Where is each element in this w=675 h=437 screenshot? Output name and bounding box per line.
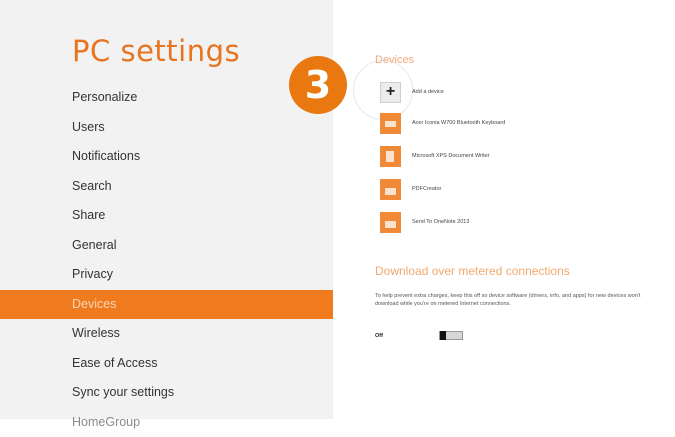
nav-item-search[interactable]: Search: [0, 172, 333, 202]
device-item-keyboard[interactable]: Acer Iconia W700 Bluetooth Keyboard: [380, 112, 505, 134]
printer-icon: [380, 212, 401, 233]
nav-item-sync-settings[interactable]: Sync your settings: [0, 378, 333, 408]
printer-icon: [380, 179, 401, 200]
nav-item-privacy[interactable]: Privacy: [0, 260, 333, 290]
device-item-onenote[interactable]: Send To OneNote 2013: [380, 211, 469, 233]
device-item-pdfcreator[interactable]: PDFCreator: [380, 178, 441, 200]
nav-item-homegroup[interactable]: HomeGroup: [0, 408, 333, 437]
nav-item-notifications[interactable]: Notifications: [0, 142, 333, 172]
add-device-button[interactable]: + Add a device: [380, 81, 444, 103]
metered-description: To help prevent extra charges, keep this…: [375, 293, 660, 308]
nav-item-personalize[interactable]: Personalize: [0, 83, 333, 113]
keyboard-icon: [380, 113, 401, 134]
nav-item-wireless[interactable]: Wireless: [0, 319, 333, 349]
document-printer-icon: [380, 146, 401, 167]
metered-section-title: Download over metered connections: [375, 264, 570, 278]
device-label: Send To OneNote 2013: [412, 219, 469, 225]
device-label: Acer Iconia W700 Bluetooth Keyboard: [412, 120, 505, 126]
settings-sidebar: PC settings Personalize Users Notificati…: [0, 0, 333, 419]
metered-toggle-row: Off: [375, 331, 463, 340]
nav-item-devices[interactable]: Devices: [0, 290, 333, 320]
device-label: Add a device: [412, 89, 444, 95]
toggle-state-label: Off: [375, 333, 439, 339]
settings-nav: Personalize Users Notifications Search S…: [0, 83, 333, 437]
nav-item-ease-of-access[interactable]: Ease of Access: [0, 349, 333, 379]
device-label: PDFCreator: [412, 186, 441, 192]
devices-section-title: Devices: [375, 54, 414, 66]
metered-toggle[interactable]: [439, 331, 463, 340]
toggle-thumb[interactable]: [440, 331, 446, 340]
device-item-xps-writer[interactable]: Microsoft XPS Document Writer: [380, 145, 490, 167]
app-title: PC settings: [72, 34, 240, 68]
nav-item-users[interactable]: Users: [0, 113, 333, 143]
nav-item-share[interactable]: Share: [0, 201, 333, 231]
step-number-badge: 3: [289, 56, 347, 114]
nav-item-general[interactable]: General: [0, 231, 333, 261]
plus-icon: +: [380, 82, 401, 103]
device-label: Microsoft XPS Document Writer: [412, 153, 490, 159]
